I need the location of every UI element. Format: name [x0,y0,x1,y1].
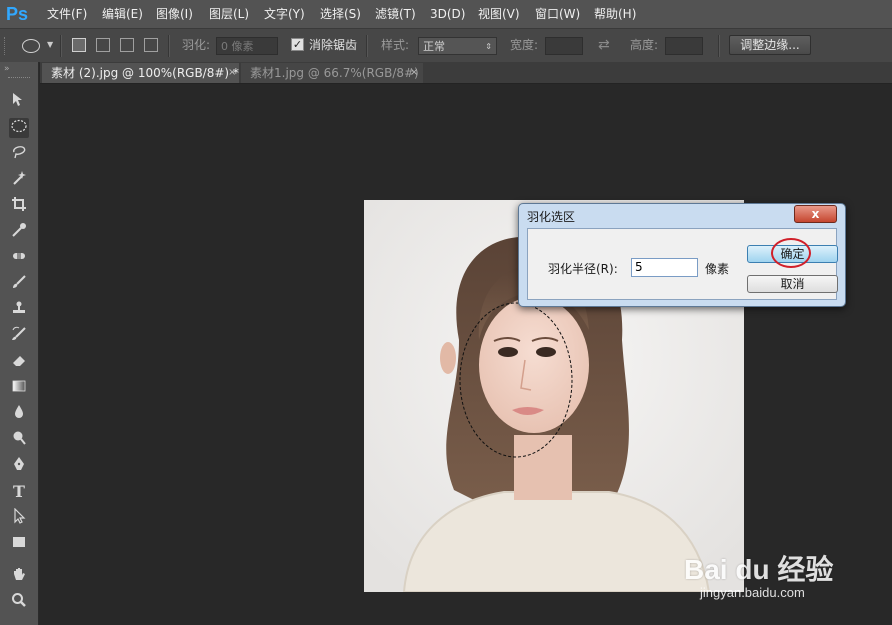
path-selection-icon[interactable] [9,507,29,528]
hand-icon[interactable] [9,566,29,586]
dodge-icon[interactable] [9,430,29,450]
intersect-selection-icon[interactable] [144,38,158,52]
cancel-button[interactable]: 取消 [747,275,838,293]
antialias-label: 消除锯齿 [309,38,358,52]
crop-icon[interactable] [9,196,29,216]
chevron-down-icon[interactable]: ▼ [47,40,53,49]
blur-icon[interactable] [9,404,29,424]
eyedropper-icon[interactable] [9,222,29,242]
elliptical-marquee-icon[interactable] [9,118,29,138]
type-icon[interactable]: T [9,482,29,502]
separator [168,35,170,57]
magic-wand-icon[interactable] [9,170,29,190]
close-icon[interactable]: × [410,63,418,83]
tools-panel: » T [0,62,39,625]
style-select[interactable]: 正常 ⇕ [418,37,497,55]
baidu-jingyan-watermark: Bai du 经验 [684,554,834,585]
menu-type[interactable]: 文字(Y) [264,0,305,28]
options-bar: ▼ 羽化: 0 像素 ✓ 消除锯齿 样式: 正常 ⇕ 宽度: ⇄ 高度: 调整边… [0,29,892,63]
gradient-icon[interactable] [9,378,29,398]
menu-filter[interactable]: 滤镜(T) [375,0,416,28]
photoshop-logo: Ps [6,4,29,24]
elliptical-marquee-preset-icon[interactable] [22,39,40,53]
width-input[interactable] [545,37,583,55]
rectangle-shape-icon[interactable] [9,534,29,554]
dialog-title: 羽化选区 [527,210,576,224]
separator [366,35,368,57]
swap-icon[interactable]: ⇄ [598,29,610,62]
refine-edge-button[interactable]: 调整边缘... [729,35,811,55]
brush-icon[interactable] [9,274,29,294]
add-to-selection-icon[interactable] [96,38,110,52]
dialog-body: 羽化半径(R): 5 像素 确定 取消 [527,228,838,300]
pen-icon[interactable] [9,456,29,476]
new-selection-icon[interactable] [72,38,86,52]
antialias-checkbox[interactable]: ✓ [291,38,304,51]
healing-brush-icon[interactable] [9,248,29,268]
dialog-close-button[interactable]: x [794,205,837,223]
menu-bar: Ps 文件(F) 编辑(E) 图像(I) 图层(L) 文字(Y) 选择(S) 滤… [0,0,892,29]
style-select-value: 正常 [423,40,445,53]
watermark-url: jingyan.baidu.com [700,585,805,600]
feather-label: 羽化: [182,38,211,52]
menu-file[interactable]: 文件(F) [47,0,87,28]
menu-window[interactable]: 窗口(W) [535,0,580,28]
feather-radius-label: 羽化半径(R): [548,262,618,276]
width-label: 宽度: [510,38,539,52]
menu-help[interactable]: 帮助(H) [594,0,636,28]
zoom-icon[interactable] [9,592,29,612]
feather-radius-unit: 像素 [705,262,730,276]
menu-image[interactable]: 图像(I) [156,0,193,28]
separator [718,35,720,57]
tab-label: 素材 (2).jpg @ 100%(RGB/8#) * [51,66,239,80]
panel-grip [8,77,30,80]
style-label: 样式: [381,38,410,52]
height-input[interactable] [665,37,703,55]
menu-select[interactable]: 选择(S) [320,0,361,28]
feather-input[interactable]: 0 像素 [216,37,278,55]
menu-view[interactable]: 视图(V) [478,0,520,28]
close-icon[interactable]: × [228,63,236,83]
move-icon[interactable] [9,92,29,112]
lasso-icon[interactable] [9,144,29,164]
feather-selection-dialog: 羽化选区 x 羽化半径(R): 5 像素 确定 取消 [518,203,846,307]
collapse-panel-icon[interactable]: » [4,64,10,74]
options-grip [4,37,9,55]
feather-radius-input[interactable]: 5 [631,258,698,277]
highlight-circle-annotation [771,238,811,268]
updown-arrows-icon: ⇕ [485,42,492,51]
height-label: 高度: [630,38,659,52]
subtract-from-selection-icon[interactable] [120,38,134,52]
tab-label: 素材1.jpg @ 66.7%(RGB/8#) [250,66,419,80]
tab-document-1[interactable]: 素材 (2).jpg @ 100%(RGB/8#) * × [42,63,239,83]
clone-stamp-icon[interactable] [9,300,29,320]
menu-layer[interactable]: 图层(L) [209,0,249,28]
menu-edit[interactable]: 编辑(E) [102,0,143,28]
history-brush-icon[interactable] [9,326,29,346]
eraser-icon[interactable] [9,352,29,372]
menu-3d[interactable]: 3D(D) [430,0,465,28]
separator [60,35,62,57]
document-tab-bar: 素材 (2).jpg @ 100%(RGB/8#) * × 素材1.jpg @ … [40,62,892,84]
tab-document-2[interactable]: 素材1.jpg @ 66.7%(RGB/8#) × [241,63,423,83]
